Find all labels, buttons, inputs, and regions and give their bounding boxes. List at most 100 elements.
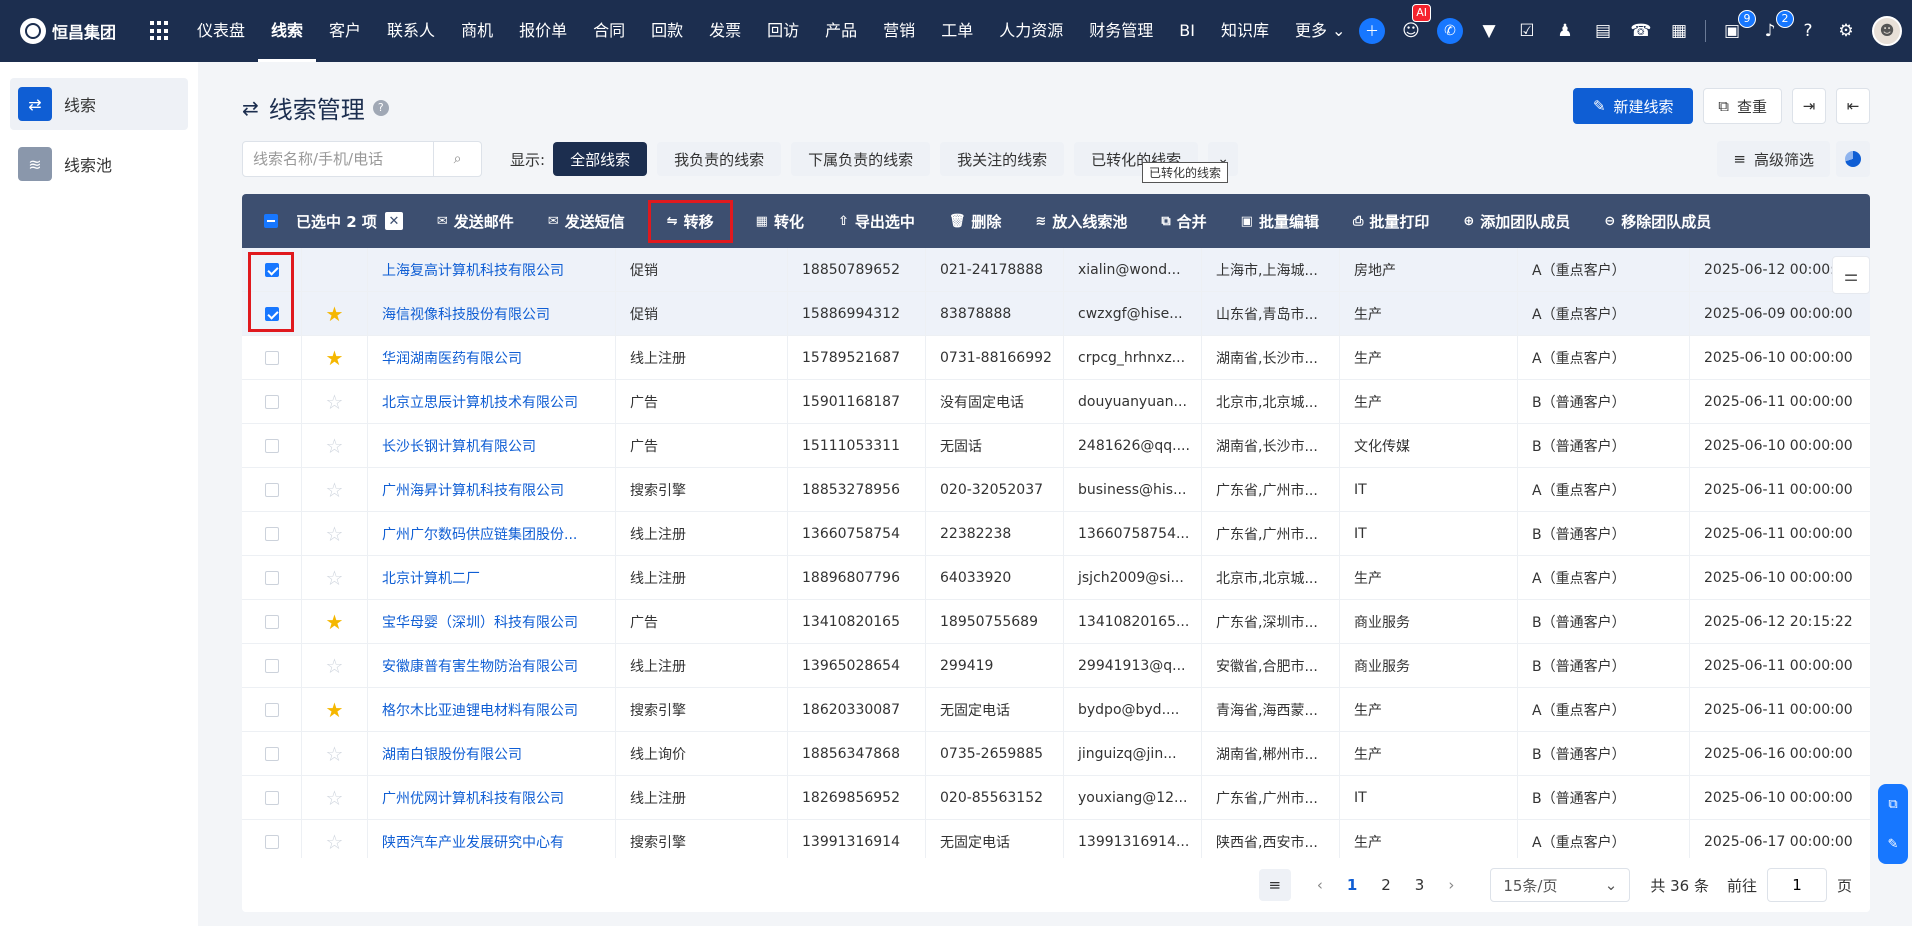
bulk-action-5[interactable]: 🗑 删除	[949, 211, 1002, 232]
filter-chip-3[interactable]: 我关注的线索	[940, 142, 1065, 176]
row-checkbox[interactable]	[264, 570, 279, 585]
chart-view-button[interactable]	[1836, 141, 1870, 177]
column-settings-icon[interactable]: ⚌	[1832, 256, 1870, 294]
phone-icon[interactable]: ☎	[1629, 19, 1653, 43]
nav-item-10[interactable]: 产品	[812, 0, 870, 62]
table-row[interactable]: ☆ 陕西汽车产业发展研究中心有 搜索引擎 13991316914 无固定电话 139913…	[242, 819, 1870, 858]
nav-item-15[interactable]: BI	[1166, 0, 1208, 62]
nav-item-8[interactable]: 发票	[696, 0, 754, 62]
help-icon[interactable]: ?	[1796, 19, 1820, 43]
star-icon[interactable]: ☆	[326, 786, 344, 810]
table-row[interactable]: ☆ 广州优网计算机科技有限公司 线上注册 18269856952 020-8556315…	[242, 775, 1870, 820]
table-row[interactable]: ☆ 广州海昇计算机科技有限公司 搜索引擎 18853278956 020-3205203…	[242, 467, 1870, 512]
row-checkbox[interactable]	[264, 262, 279, 277]
sidebar-item-lead-pool[interactable]: ≋ 线索池	[10, 138, 188, 190]
star-icon[interactable]: ☆	[326, 566, 344, 590]
table-row[interactable]: ★ 华润湖南医药有限公司 线上注册 15789521687 0731-88166992 c…	[242, 335, 1870, 380]
cell-name[interactable]: 长沙长钢计算机有限公司	[368, 423, 616, 468]
nav-item-17[interactable]: 更多 ⌄	[1282, 0, 1359, 62]
nav-item-1[interactable]: 线索	[258, 0, 317, 62]
star-icon[interactable]: ★	[326, 698, 344, 722]
pin-icon[interactable]: ▼	[1477, 19, 1501, 43]
table-row[interactable]: ☆ 安徽康普有害生物防治有限公司 线上注册 13965028654 299419 2994…	[242, 643, 1870, 688]
share-icon[interactable]: ⧉	[1888, 797, 1897, 812]
nav-item-7[interactable]: 回款	[638, 0, 696, 62]
export-button[interactable]: ⇤	[1836, 88, 1870, 124]
page-number[interactable]: 1	[1347, 876, 1357, 894]
star-icon[interactable]: ★	[326, 610, 344, 634]
row-checkbox[interactable]	[264, 482, 279, 497]
row-checkbox[interactable]	[264, 790, 279, 805]
star-icon[interactable]: ★	[326, 302, 344, 326]
bulk-action-1[interactable]: ✉ 发送短信	[548, 211, 625, 232]
gear-icon[interactable]: ⚙	[1834, 19, 1858, 43]
table-row[interactable]: ★ 海信视像科技股份有限公司 促销 15886994312 83878888 cwzxgf…	[242, 291, 1870, 336]
bulk-action-6[interactable]: ≋ 放入线索池	[1035, 211, 1127, 232]
cell-name[interactable]: 华润湖南医药有限公司	[368, 335, 616, 380]
bulk-action-10[interactable]: ⊕ 添加团队成员	[1463, 211, 1570, 232]
page-number[interactable]: 2	[1381, 876, 1391, 894]
row-checkbox[interactable]	[264, 438, 279, 453]
page-size-select[interactable]: 15条/页 ⌄	[1490, 868, 1631, 902]
bulk-action-2[interactable]: ⇋ 转移	[647, 199, 733, 243]
filter-chip-0[interactable]: 全部线索	[553, 142, 648, 176]
star-icon[interactable]: ☆	[326, 742, 344, 766]
star-icon[interactable]: ☆	[326, 390, 344, 414]
row-checkbox[interactable]	[264, 350, 279, 365]
row-checkbox[interactable]	[264, 306, 279, 321]
table-row[interactable]: ☆ 长沙长钢计算机有限公司 广告 15111053311 无固话 2481626@qq..…	[242, 423, 1870, 468]
search-icon[interactable]: ⌕	[433, 142, 481, 176]
company-logo[interactable]: 恒昌集团	[20, 18, 138, 44]
table-row[interactable]: ☆ 北京计算机二厂 线上注册 18896807796 64033920 jsjch2009…	[242, 555, 1870, 600]
checklist-icon[interactable]: ☑	[1515, 19, 1539, 43]
goto-page-input[interactable]	[1766, 868, 1827, 902]
nav-item-16[interactable]: 知识库	[1208, 0, 1282, 62]
star-icon[interactable]: ★	[326, 346, 344, 370]
cell-name[interactable]: 格尔木比亚迪锂电材料有限公司	[368, 687, 616, 732]
table-row[interactable]: 上海复高计算机科技有限公司 促销 18850789652 021-24178888 xi…	[242, 248, 1870, 292]
nav-item-11[interactable]: 营销	[870, 0, 928, 62]
apps-grid-icon[interactable]	[150, 21, 170, 41]
cell-name[interactable]: 北京立思辰计算机技术有限公司	[368, 379, 616, 424]
dedupe-button[interactable]: ⧉ 查重	[1703, 88, 1782, 124]
cell-name[interactable]: 湖南白银股份有限公司	[368, 731, 616, 776]
cell-name[interactable]: 安徽康普有害生物防治有限公司	[368, 643, 616, 688]
list-view-icon[interactable]: ≡	[1258, 869, 1291, 901]
row-checkbox[interactable]	[264, 746, 279, 761]
page-number[interactable]: 3	[1415, 876, 1425, 894]
row-checkbox[interactable]	[264, 834, 279, 849]
search-input[interactable]	[243, 142, 433, 176]
row-checkbox[interactable]	[264, 702, 279, 717]
cell-name[interactable]: 北京计算机二厂	[368, 555, 616, 600]
star-icon[interactable]: ☆	[326, 654, 344, 678]
nav-item-12[interactable]: 工单	[928, 0, 986, 62]
sidebar-item-leads[interactable]: ⇄ 线索	[10, 78, 188, 130]
nav-item-13[interactable]: 人力资源	[986, 0, 1076, 62]
advanced-filter-button[interactable]: ≡ 高级筛选	[1717, 141, 1830, 177]
document-icon[interactable]: ▤	[1591, 19, 1615, 43]
cell-name[interactable]: 海信视像科技股份有限公司	[368, 291, 616, 336]
select-all-checkbox[interactable]	[264, 214, 278, 228]
bulk-action-9[interactable]: ⎙ 批量打印	[1353, 211, 1429, 232]
cell-name[interactable]: 上海复高计算机科技有限公司	[368, 248, 616, 292]
note-icon[interactable]: ✎	[1888, 837, 1899, 852]
row-checkbox[interactable]	[264, 526, 279, 541]
nav-item-14[interactable]: 财务管理	[1076, 0, 1166, 62]
cell-name[interactable]: 宝华母婴（深圳）科技有限公司	[368, 599, 616, 644]
chat-icon[interactable]: ✆	[1437, 18, 1463, 44]
table-row[interactable]: ☆ 湖南白银股份有限公司 线上询价 18856347868 0735-2659885 ji…	[242, 731, 1870, 776]
ai-robot-icon[interactable]: ☺ AI	[1399, 4, 1431, 43]
add-icon[interactable]: ＋	[1359, 18, 1385, 44]
nav-item-4[interactable]: 商机	[448, 0, 506, 62]
calendar-icon[interactable]: ▦	[1667, 19, 1691, 43]
cell-name[interactable]: 广州海昇计算机科技有限公司	[368, 467, 616, 512]
nav-item-3[interactable]: 联系人	[374, 0, 448, 62]
next-page-icon[interactable]: ›	[1448, 876, 1454, 894]
bulk-action-7[interactable]: ⧉ 合并	[1161, 211, 1206, 232]
contact-icon[interactable]: ♟	[1553, 19, 1577, 43]
bulk-action-0[interactable]: ✉ 发送邮件	[437, 211, 514, 232]
table-row[interactable]: ★ 格尔木比亚迪锂电材料有限公司 搜索引擎 18620330087 无固定电话 bydpo…	[242, 687, 1870, 732]
row-checkbox[interactable]	[264, 614, 279, 629]
star-icon[interactable]: ☆	[326, 478, 344, 502]
bulk-action-11[interactable]: ⊖ 移除团队成员	[1604, 211, 1711, 232]
